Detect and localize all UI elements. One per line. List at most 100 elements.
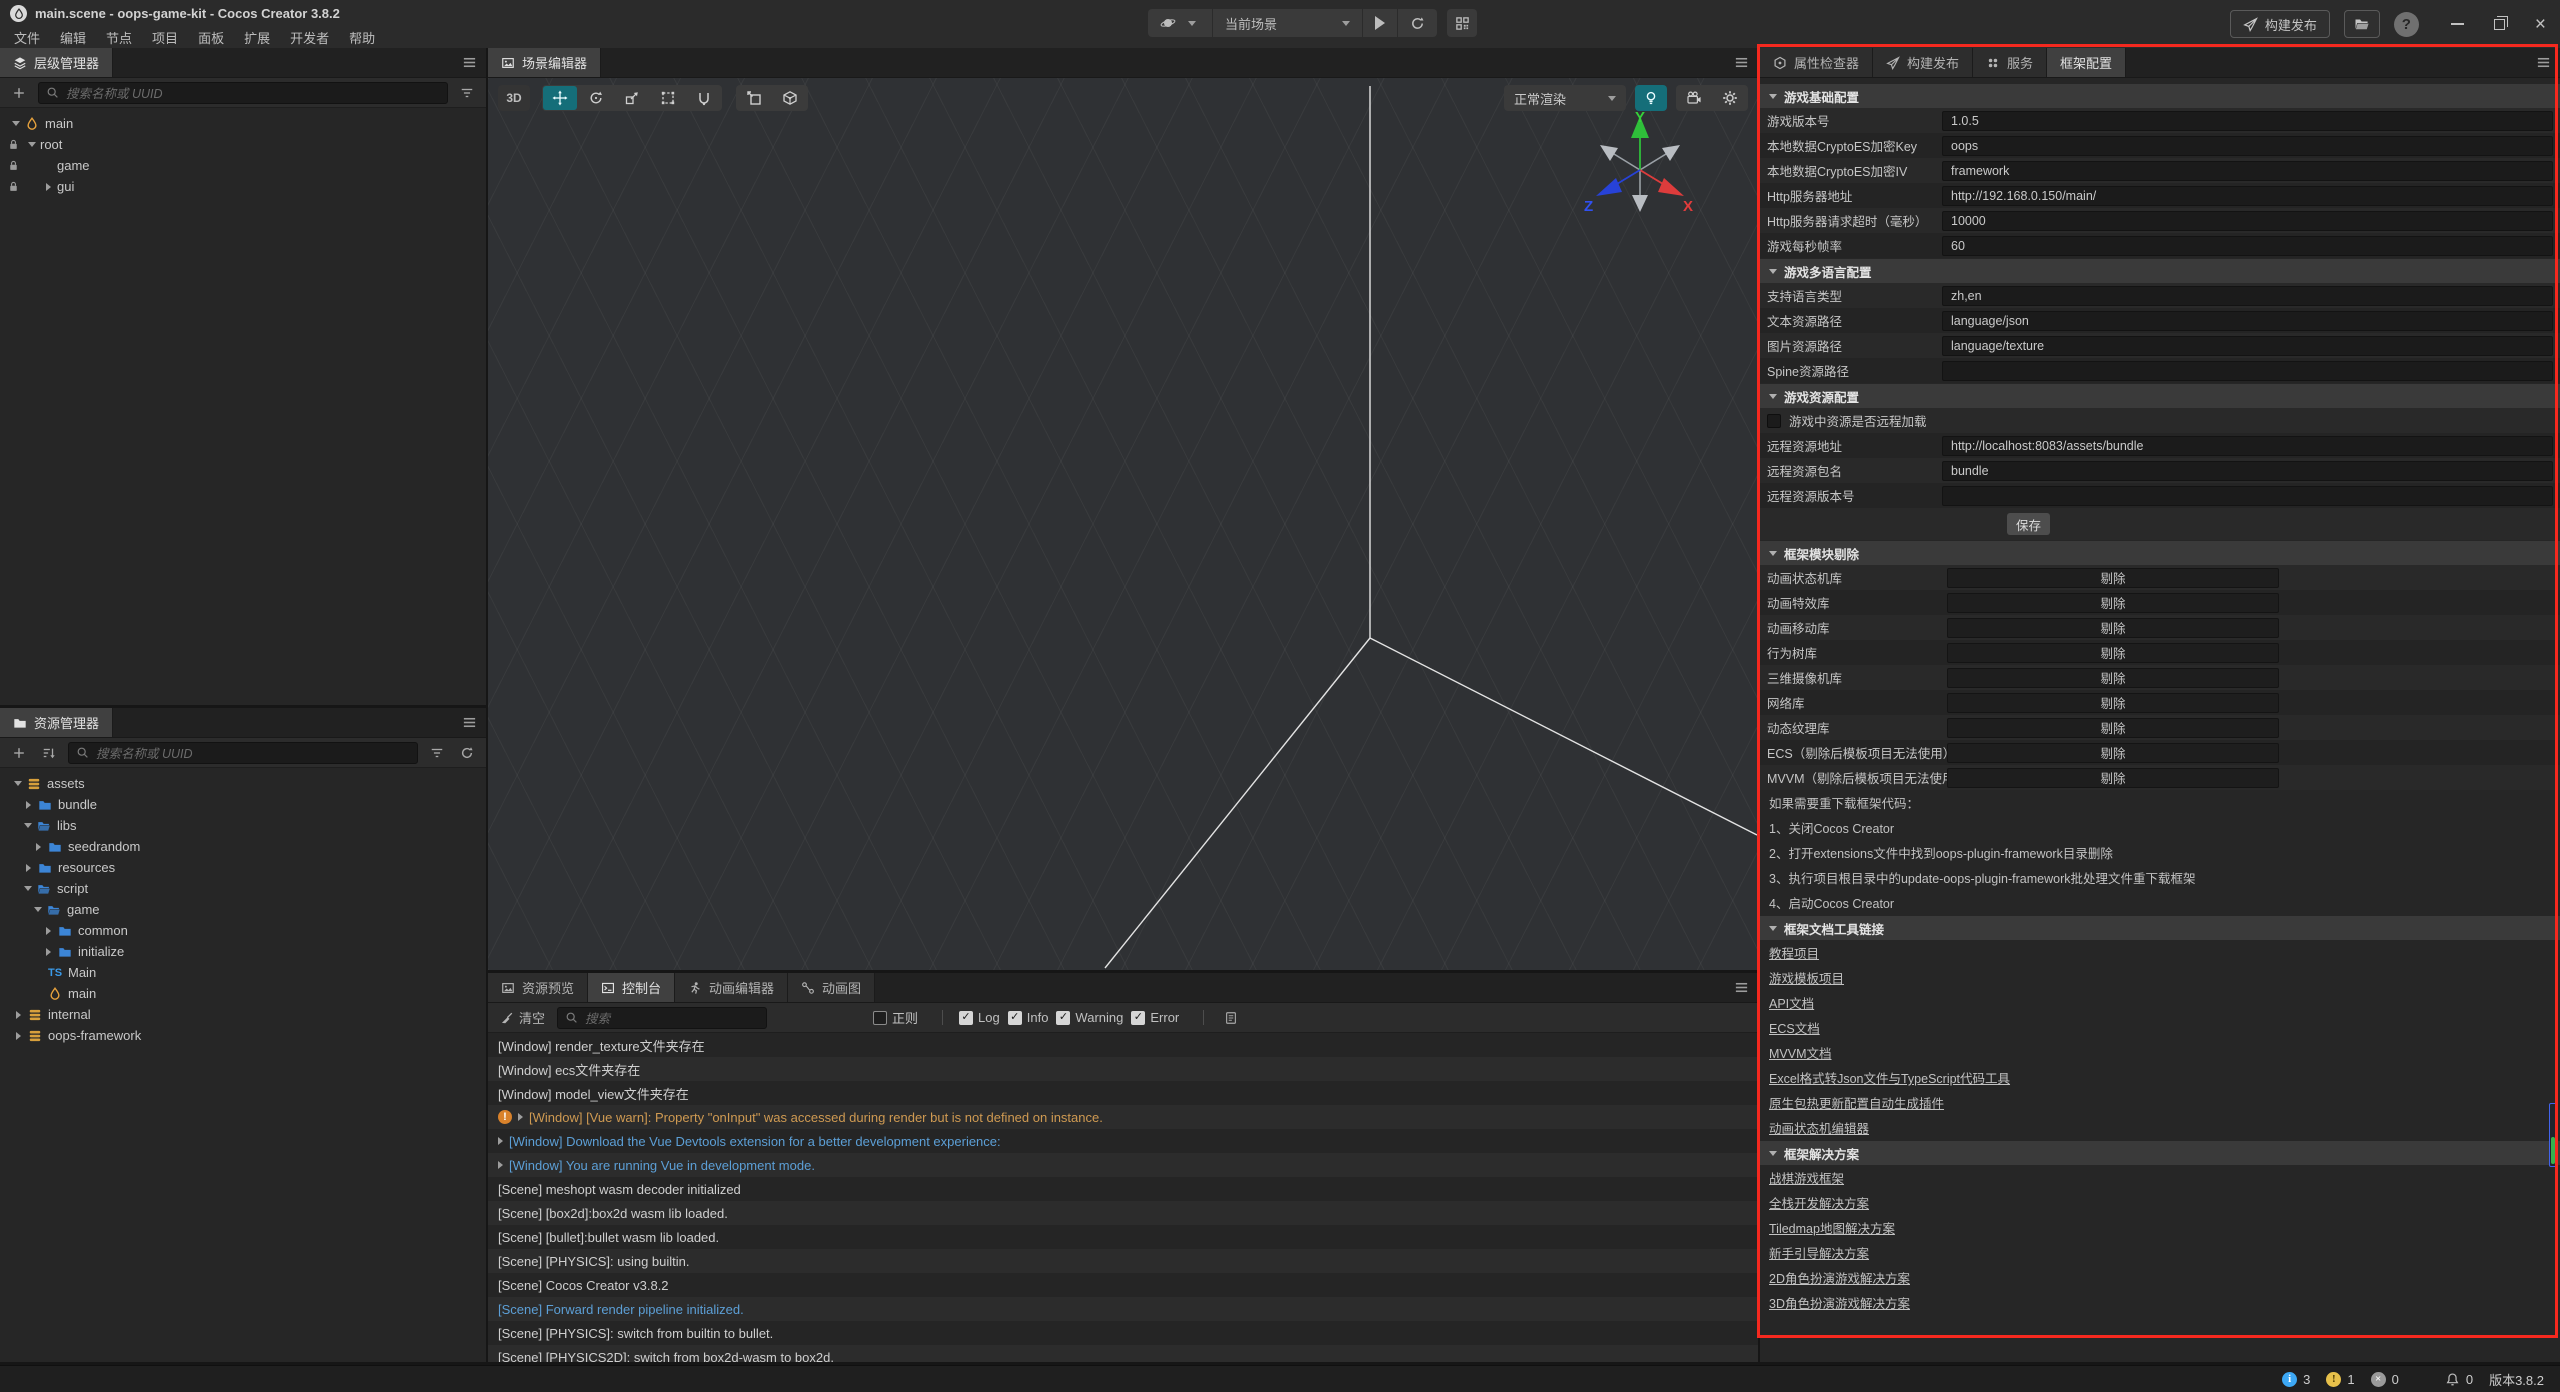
field-input[interactable]: oops bbox=[1942, 136, 2553, 156]
field-input[interactable]: 10000 bbox=[1942, 211, 2553, 231]
play-button[interactable] bbox=[1363, 9, 1398, 37]
scene-light-toggle[interactable] bbox=[1635, 85, 1667, 111]
inspector-menu-icon[interactable] bbox=[2536, 55, 2551, 70]
scene-menu-icon[interactable] bbox=[1734, 55, 1749, 70]
doc-link[interactable]: 教程项目 bbox=[1769, 943, 1819, 962]
warning-count[interactable]: ! 1 bbox=[2326, 1372, 2354, 1387]
doc-link[interactable]: MVVM文档 bbox=[1769, 1043, 1832, 1062]
remove-module-button[interactable]: 剔除 bbox=[1947, 743, 2279, 763]
chevron-right-icon[interactable] bbox=[498, 1137, 503, 1145]
regex-checkbox[interactable]: 正则 bbox=[873, 1008, 918, 1027]
minimize-button[interactable] bbox=[2451, 23, 2464, 25]
assets-search-input[interactable]: 搜索名称或 UUID bbox=[68, 742, 418, 764]
remove-module-button[interactable]: 剔除 bbox=[1947, 568, 2279, 588]
field-input[interactable] bbox=[1942, 361, 2553, 381]
chevron-down-icon[interactable] bbox=[24, 886, 32, 891]
doc-link[interactable]: Tiledmap地图解决方案 bbox=[1769, 1218, 1895, 1237]
create-node-button[interactable] bbox=[8, 82, 30, 104]
tab-build-publish[interactable]: 构建发布 bbox=[1873, 48, 1973, 77]
assets-filter-button[interactable] bbox=[426, 742, 448, 764]
asset-node[interactable]: script bbox=[0, 878, 486, 899]
doc-link[interactable]: ECS文档 bbox=[1769, 1018, 1820, 1037]
close-button[interactable]: × bbox=[2535, 15, 2546, 34]
console-log-row[interactable]: [Scene] [PHYSICS2D]: switch from box2d-w… bbox=[488, 1345, 1758, 1362]
build-publish-button[interactable]: 构建发布 bbox=[2230, 10, 2330, 38]
section-header[interactable]: 框架文档工具链接 bbox=[1760, 916, 2560, 940]
chevron-down-icon[interactable] bbox=[14, 781, 22, 786]
open-project-folder-button[interactable] bbox=[2344, 10, 2380, 38]
coordinate-space-button[interactable] bbox=[773, 86, 807, 110]
inspector-scrollbar-thumb[interactable] bbox=[2551, 1137, 2555, 1164]
chevron-down-icon[interactable] bbox=[12, 121, 20, 126]
preview-qr-button[interactable] bbox=[1447, 9, 1477, 37]
tab-assets[interactable]: 资源管理器 bbox=[0, 708, 113, 737]
menu-item[interactable]: 帮助 bbox=[339, 28, 385, 47]
field-input[interactable]: http://localhost:8083/assets/bundle bbox=[1942, 436, 2553, 456]
field-input[interactable] bbox=[1942, 486, 2553, 506]
inspector-scrollbar[interactable] bbox=[2549, 1103, 2558, 1167]
chevron-right-icon[interactable] bbox=[16, 1011, 21, 1019]
asset-node[interactable]: TSMain bbox=[0, 962, 486, 983]
console-log-row[interactable]: [Scene] [PHYSICS]: switch from builtin t… bbox=[488, 1321, 1758, 1345]
rect-tool-button[interactable] bbox=[651, 86, 685, 110]
chevron-right-icon[interactable] bbox=[498, 1161, 503, 1169]
menu-item[interactable]: 面板 bbox=[188, 28, 234, 47]
menu-item[interactable]: 项目 bbox=[142, 28, 188, 47]
asset-node[interactable]: libs bbox=[0, 815, 486, 836]
ui-transform-tool-button[interactable] bbox=[687, 86, 721, 110]
scene-camera-button[interactable] bbox=[1677, 86, 1711, 110]
doc-link[interactable]: 全栈开发解决方案 bbox=[1769, 1193, 1869, 1212]
console-log-row[interactable]: [Scene] Forward render pipeline initiali… bbox=[488, 1297, 1758, 1321]
console-log-row[interactable]: [Window] You are running Vue in developm… bbox=[488, 1153, 1758, 1177]
3d-mode-toggle[interactable]: 3D bbox=[498, 85, 530, 111]
doc-link[interactable]: 2D角色扮演游戏解决方案 bbox=[1769, 1268, 1910, 1287]
doc-link[interactable]: 战棋游戏框架 bbox=[1769, 1168, 1844, 1187]
chevron-right-icon[interactable] bbox=[46, 948, 51, 956]
chevron-right-icon[interactable] bbox=[26, 801, 31, 809]
remove-module-button[interactable]: 剔除 bbox=[1947, 643, 2279, 663]
scene-settings-button[interactable] bbox=[1713, 86, 1747, 110]
remove-module-button[interactable]: 剔除 bbox=[1947, 693, 2279, 713]
asset-node[interactable]: resources bbox=[0, 857, 486, 878]
console-log-row[interactable]: ![Window] [Vue warn]: Property "onInput"… bbox=[488, 1105, 1758, 1129]
chevron-right-icon[interactable] bbox=[26, 864, 31, 872]
tab-scene-editor[interactable]: 场景编辑器 bbox=[488, 48, 601, 77]
chevron-right-icon[interactable] bbox=[46, 927, 51, 935]
doc-link[interactable]: 游戏模板项目 bbox=[1769, 968, 1844, 987]
remove-module-button[interactable]: 剔除 bbox=[1947, 593, 2279, 613]
assets-menu-icon[interactable] bbox=[462, 715, 477, 730]
chevron-right-icon[interactable] bbox=[518, 1113, 523, 1121]
asset-node[interactable]: seedrandom bbox=[0, 836, 486, 857]
scene-viewport[interactable]: 3D 正常渲染 bbox=[488, 78, 1758, 970]
save-button[interactable]: 保存 bbox=[2007, 513, 2050, 535]
asset-node[interactable]: internal bbox=[0, 1004, 486, 1025]
asset-node[interactable]: assets bbox=[0, 773, 486, 794]
scale-tool-button[interactable] bbox=[615, 86, 649, 110]
console-log-row[interactable]: [Window] ecs文件夹存在 bbox=[488, 1057, 1758, 1081]
chevron-down-icon[interactable] bbox=[34, 907, 42, 912]
console-log-row[interactable]: [Scene] meshopt wasm decoder initialized bbox=[488, 1177, 1758, 1201]
remove-module-button[interactable]: 剔除 bbox=[1947, 668, 2279, 688]
asset-node[interactable]: oops-framework bbox=[0, 1025, 486, 1046]
tab-asset-preview[interactable]: 资源预览 bbox=[488, 973, 588, 1002]
hierarchy-node[interactable]: game bbox=[0, 155, 486, 176]
hierarchy-node[interactable]: main bbox=[0, 113, 486, 134]
field-input[interactable]: language/json bbox=[1942, 311, 2553, 331]
tab-property-inspector[interactable]: 属性检查器 bbox=[1760, 48, 1873, 77]
field-input[interactable]: zh,en bbox=[1942, 286, 2553, 306]
asset-node[interactable]: bundle bbox=[0, 794, 486, 815]
section-header[interactable]: 游戏资源配置 bbox=[1760, 384, 2560, 408]
remote-load-checkbox[interactable] bbox=[1767, 414, 1781, 428]
chevron-right-icon[interactable] bbox=[36, 843, 41, 851]
remove-module-button[interactable]: 剔除 bbox=[1947, 768, 2279, 788]
pivot-snap-button[interactable] bbox=[737, 86, 771, 110]
console-log-row[interactable]: [Scene] Cocos Creator v3.8.2 bbox=[488, 1273, 1758, 1297]
help-button[interactable]: ? bbox=[2394, 12, 2419, 37]
section-header[interactable]: 框架模块剔除 bbox=[1760, 541, 2560, 565]
asset-node[interactable]: main bbox=[0, 983, 486, 1004]
filter-checkbox-info[interactable]: ✓Info bbox=[1008, 1010, 1049, 1025]
console-log-file-button[interactable] bbox=[1220, 1007, 1242, 1029]
tab-services[interactable]: 服务 bbox=[1973, 48, 2047, 77]
notification-count[interactable]: 0 bbox=[2445, 1372, 2473, 1387]
remove-module-button[interactable]: 剔除 bbox=[1947, 618, 2279, 638]
